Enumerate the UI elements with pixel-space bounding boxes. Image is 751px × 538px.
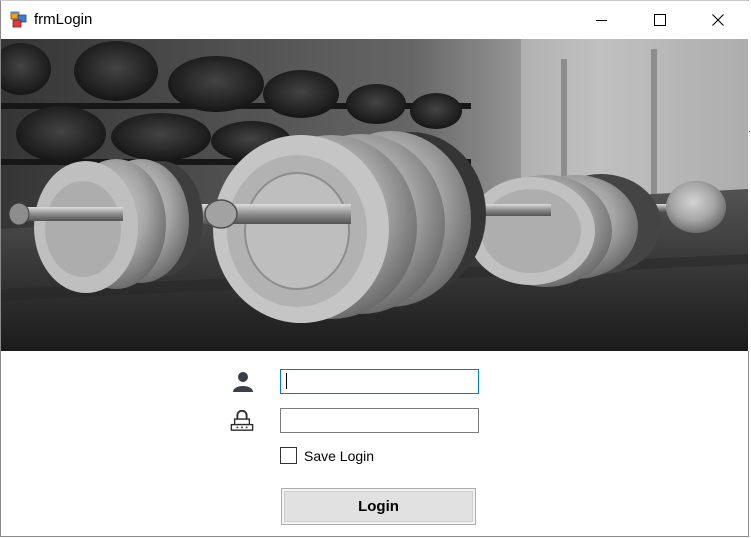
minimize-icon xyxy=(596,20,607,21)
app-icon xyxy=(10,11,27,28)
user-icon xyxy=(233,372,253,392)
window-title: frmLogin xyxy=(34,11,93,28)
login-button[interactable]: Login xyxy=(281,488,476,525)
login-window: frmLogin Save Login Login xyxy=(0,0,750,537)
save-login-label[interactable]: Save Login xyxy=(304,447,374,465)
close-button[interactable] xyxy=(695,1,741,39)
dumbbells-photo xyxy=(1,39,748,351)
password-input[interactable] xyxy=(280,408,479,433)
maximize-icon xyxy=(654,14,666,26)
title-bar[interactable]: frmLogin xyxy=(1,1,749,39)
edge-mark xyxy=(749,131,750,132)
hero-edge xyxy=(748,39,750,351)
minimize-button[interactable] xyxy=(579,1,625,39)
save-login-checkbox[interactable] xyxy=(280,447,297,464)
gym-dumbbells-image xyxy=(1,39,748,351)
text-caret xyxy=(286,373,287,389)
lock-icon xyxy=(230,409,254,431)
close-icon xyxy=(712,14,724,26)
username-input[interactable] xyxy=(280,369,479,394)
maximize-button[interactable] xyxy=(637,1,683,39)
